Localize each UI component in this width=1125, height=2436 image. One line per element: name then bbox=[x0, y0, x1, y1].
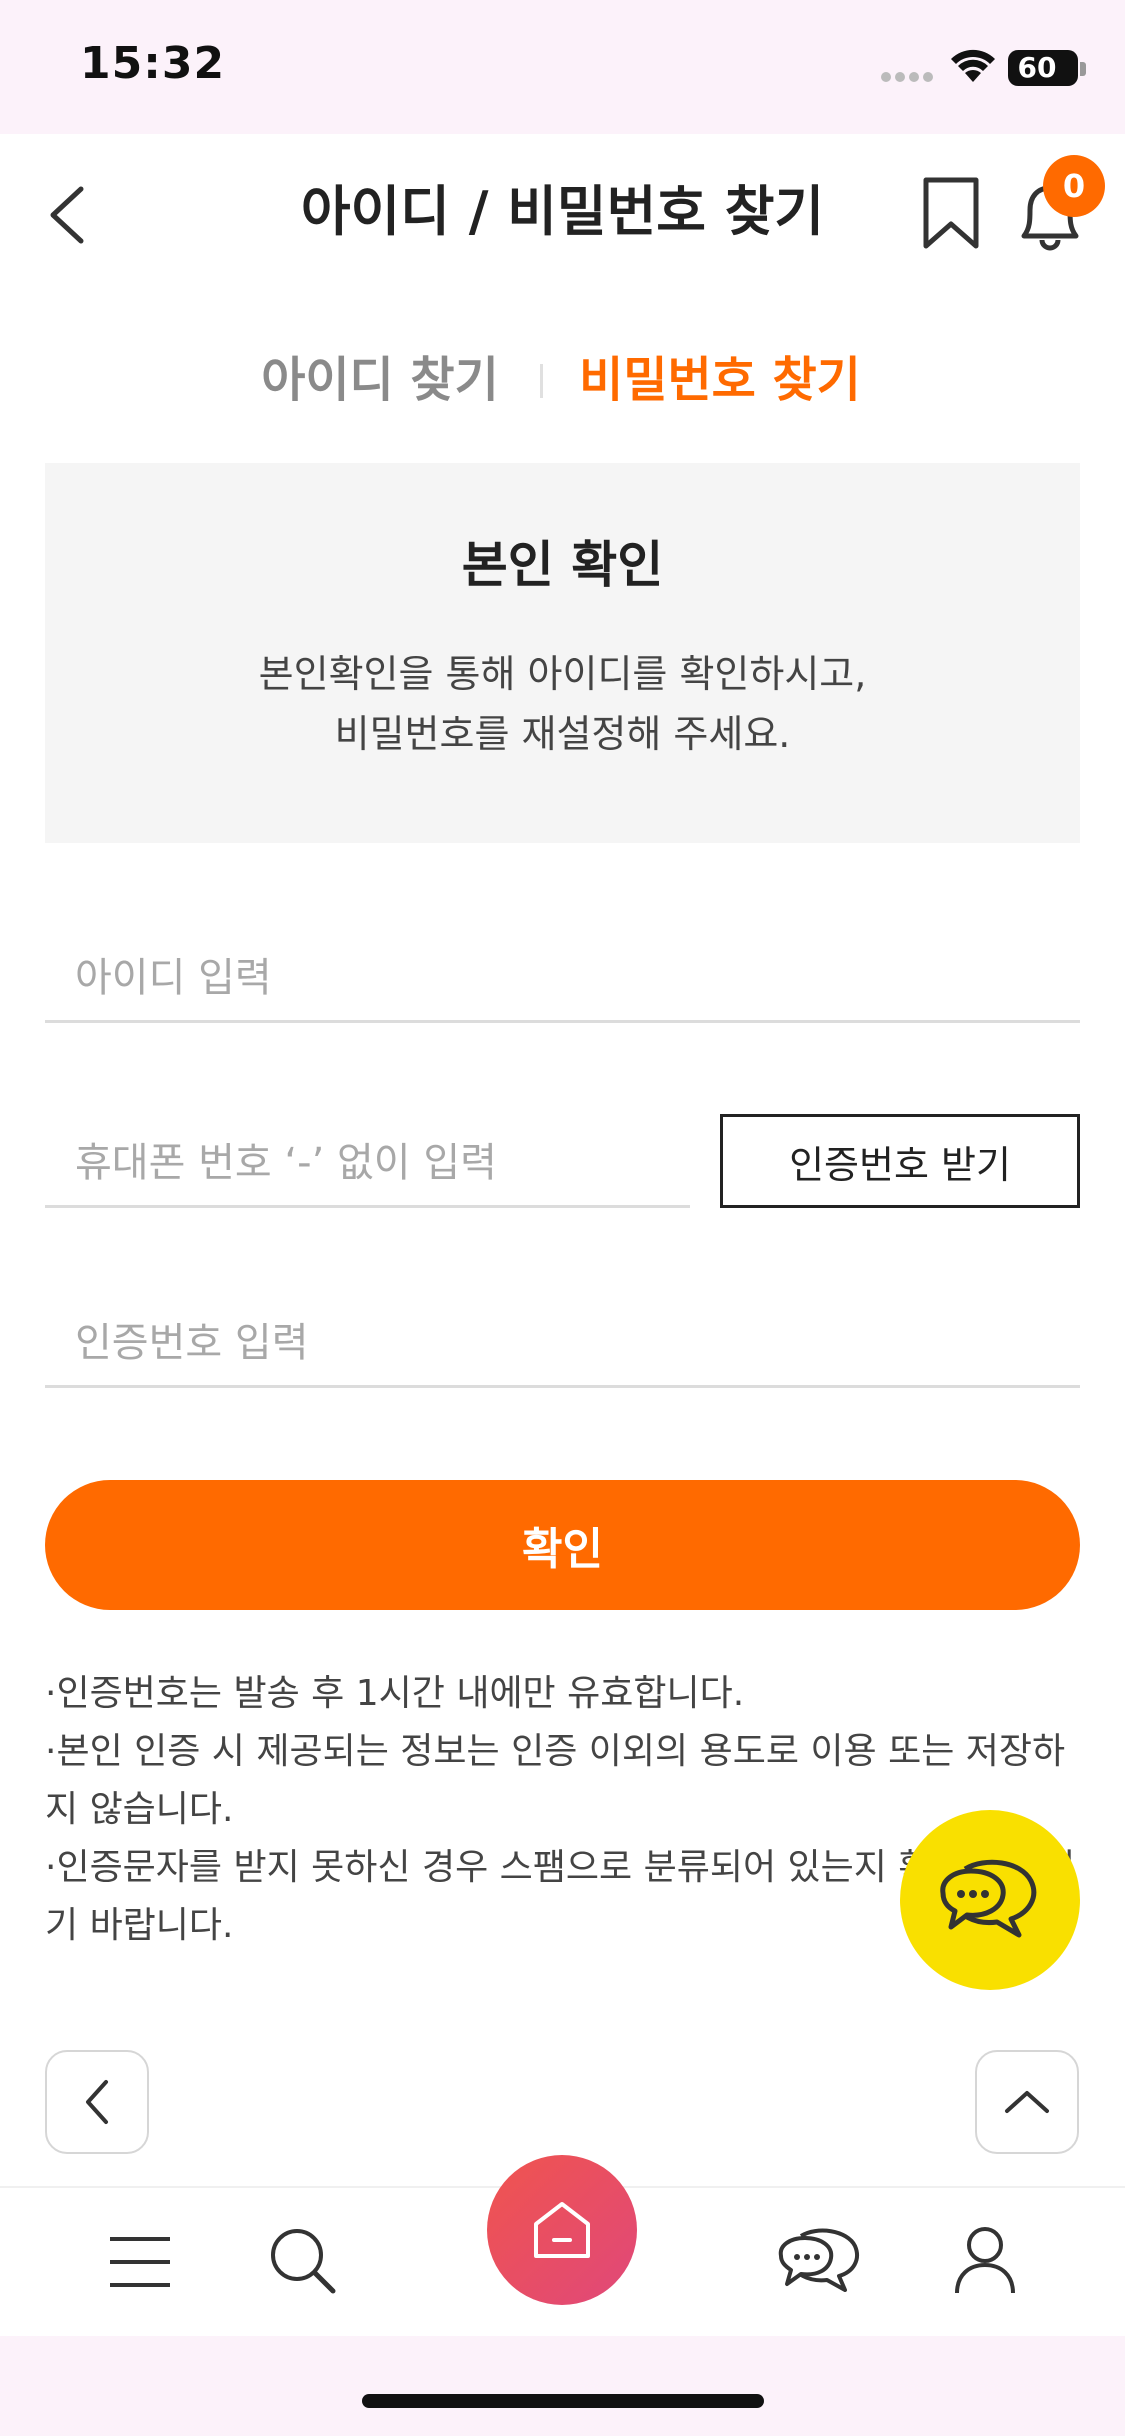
menu-button[interactable] bbox=[100, 2222, 180, 2302]
note-item: ·인증번호는 발송 후 1시간 내에만 유효합니다. bbox=[45, 1673, 745, 1714]
home-icon bbox=[534, 2202, 590, 2258]
home-indicator-area bbox=[0, 2336, 1125, 2436]
cellular-signal-icon bbox=[881, 72, 933, 82]
tab-find-id[interactable]: 아이디 찾기 bbox=[230, 345, 530, 415]
previous-page-button[interactable] bbox=[45, 2050, 149, 2154]
chat-fab-button[interactable] bbox=[900, 1810, 1080, 1990]
get-code-button[interactable]: 인증번호 받기 bbox=[720, 1114, 1080, 1208]
id-input[interactable] bbox=[45, 935, 1080, 1023]
page-title: 아이디 / 비밀번호 찾기 bbox=[300, 180, 825, 243]
battery-icon: 60 bbox=[1008, 50, 1078, 86]
chat-tab-button[interactable] bbox=[775, 2218, 865, 2302]
confirm-button[interactable]: 확인 bbox=[45, 1480, 1080, 1610]
note-item: ·본인 인증 시 제공되는 정보는 인증 이외의 용도로 이용 또는 저장하지 … bbox=[45, 1731, 1066, 1830]
chevron-left-icon bbox=[50, 186, 84, 244]
search-icon bbox=[271, 2229, 336, 2294]
home-button[interactable] bbox=[487, 2155, 637, 2305]
info-description-line1: 본인확인을 통해 아이디를 확인하시고, bbox=[258, 652, 867, 696]
info-description-line2: 비밀번호를 재설정해 주세요. bbox=[334, 712, 791, 756]
back-button[interactable] bbox=[32, 170, 102, 260]
status-time: 15:32 bbox=[80, 38, 226, 89]
user-icon bbox=[955, 2227, 1015, 2294]
tab-find-password[interactable]: 비밀번호 찾기 bbox=[570, 345, 870, 415]
search-button[interactable] bbox=[262, 2220, 342, 2300]
bookmark-icon bbox=[923, 177, 979, 249]
mypage-button[interactable] bbox=[945, 2218, 1025, 2302]
info-title: 본인 확인 bbox=[461, 536, 664, 594]
tab-divider bbox=[540, 364, 543, 398]
notification-badge: 0 bbox=[1043, 155, 1105, 217]
chevron-left-icon bbox=[86, 2080, 108, 2124]
home-indicator[interactable] bbox=[362, 2394, 764, 2408]
wifi-icon bbox=[951, 49, 995, 82]
chat-bubble-icon bbox=[940, 1859, 1037, 1938]
battery-cap bbox=[1080, 62, 1086, 76]
scroll-top-button[interactable] bbox=[975, 2050, 1079, 2154]
chat-icon bbox=[778, 2228, 859, 2292]
battery-level: 60 bbox=[1017, 51, 1057, 84]
chevron-up-icon bbox=[1005, 2091, 1049, 2113]
hamburger-menu-icon bbox=[110, 2237, 170, 2287]
phone-input[interactable] bbox=[45, 1120, 690, 1208]
verification-code-input[interactable] bbox=[45, 1300, 1080, 1388]
bookmark-button[interactable] bbox=[918, 176, 984, 252]
